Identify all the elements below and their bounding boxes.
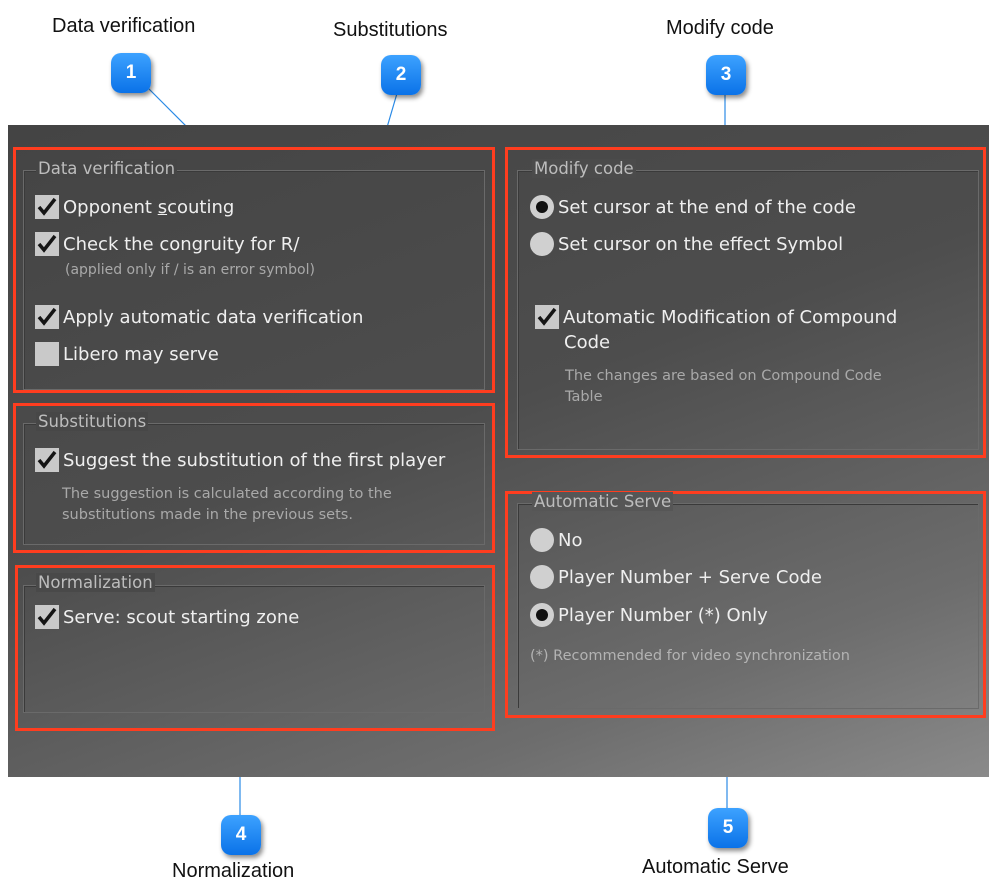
libero-serve-label: Libero may serve: [63, 343, 219, 365]
auto-verification-checkbox[interactable]: Apply automatic data verification: [35, 305, 363, 329]
modify-code-note-line2: Table: [565, 389, 603, 405]
radio-unselected-icon: [530, 565, 554, 589]
serve-number-code-label: Player Number + Serve Code: [558, 566, 822, 588]
modify-code-note-line1: The changes are based on Compound Code: [565, 368, 882, 384]
substitutions-note: The suggestion is calculated according t…: [62, 484, 392, 526]
serve-zone-label: Serve: scout starting zone: [63, 606, 300, 628]
settings-panel: Data verification Opponent scouting Chec…: [8, 125, 989, 777]
callout-title-automatic-serve: Automatic Serve: [642, 856, 789, 878]
callout-marker-4: 4: [221, 815, 261, 855]
cursor-end-radio[interactable]: Set cursor at the end of the code: [530, 195, 856, 219]
opponent-scouting-label: Opponent scouting: [63, 196, 235, 218]
auto-modification-label-line1: Automatic Modification of Compound: [563, 306, 898, 328]
callout-marker-2: 2: [381, 55, 421, 95]
serve-zone-checkbox[interactable]: Serve: scout starting zone: [35, 605, 299, 629]
group-title-normalization: Normalization: [36, 573, 155, 592]
checkbox-unchecked-icon: [35, 342, 59, 366]
congruity-checkbox[interactable]: Check the congruity for R/: [35, 232, 299, 256]
serve-number-code-radio[interactable]: Player Number + Serve Code: [530, 565, 822, 589]
group-title-automatic-serve: Automatic Serve: [532, 492, 674, 511]
callout-title-data-verification: Data verification: [52, 15, 196, 37]
callout-title-substitutions: Substitutions: [333, 19, 448, 41]
serve-number-only-label: Player Number (*) Only: [558, 604, 768, 626]
auto-modification-label-line2: Code: [564, 332, 611, 353]
serve-no-label: No: [558, 529, 583, 551]
auto-modification-checkbox[interactable]: Automatic Modification of Compound: [535, 305, 897, 329]
checkbox-checked-icon: [35, 448, 59, 472]
group-title-substitutions: Substitutions: [36, 412, 149, 431]
group-title-data-verification: Data verification: [36, 159, 178, 178]
modify-code-note: The changes are based on Compound Code T…: [565, 366, 882, 408]
checkbox-checked-icon: [535, 305, 559, 329]
suggest-substitution-label: Suggest the substitution of the first pl…: [63, 449, 446, 471]
serve-no-radio[interactable]: No: [530, 528, 582, 552]
cursor-effect-radio[interactable]: Set cursor on the effect Symbol: [530, 232, 843, 256]
radio-unselected-icon: [530, 232, 554, 256]
suggest-substitution-checkbox[interactable]: Suggest the substitution of the first pl…: [35, 448, 445, 472]
substitutions-note-line2: substitutions made in the previous sets.: [62, 507, 353, 523]
checkbox-checked-icon: [35, 195, 59, 219]
radio-selected-icon: [530, 603, 554, 627]
automatic-serve-note: (*) Recommended for video synchronizatio…: [530, 648, 850, 664]
congruity-note: (applied only if / is an error symbol): [65, 262, 315, 278]
auto-verification-label: Apply automatic data verification: [63, 306, 364, 328]
cursor-end-label: Set cursor at the end of the code: [558, 196, 856, 218]
group-title-modify-code: Modify code: [532, 159, 636, 178]
radio-unselected-icon: [530, 528, 554, 552]
libero-serve-checkbox[interactable]: Libero may serve: [35, 342, 219, 366]
opponent-scouting-checkbox[interactable]: Opponent scouting: [35, 195, 234, 219]
radio-selected-icon: [530, 195, 554, 219]
cursor-effect-label: Set cursor on the effect Symbol: [558, 233, 844, 255]
congruity-label: Check the congruity for R/: [63, 233, 300, 255]
callout-marker-5: 5: [708, 808, 748, 848]
callout-marker-3: 3: [706, 55, 746, 95]
callout-title-modify-code: Modify code: [666, 17, 774, 39]
checkbox-checked-icon: [35, 305, 59, 329]
checkbox-checked-icon: [35, 232, 59, 256]
substitutions-note-line1: The suggestion is calculated according t…: [62, 486, 392, 502]
callout-marker-1: 1: [111, 53, 151, 93]
serve-number-only-radio[interactable]: Player Number (*) Only: [530, 603, 768, 627]
callout-title-normalization: Normalization: [172, 860, 295, 882]
checkbox-checked-icon: [35, 605, 59, 629]
